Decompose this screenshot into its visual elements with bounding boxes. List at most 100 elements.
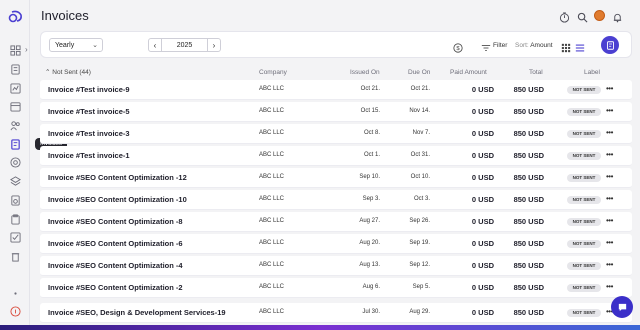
- status-badge: NOT SENT: [567, 240, 601, 248]
- invoice-name[interactable]: Invoice #Test invoice-1: [48, 151, 130, 160]
- invoice-due: Nov 7.: [412, 130, 430, 136]
- clipboard-icon[interactable]: [9, 213, 21, 225]
- trash-icon[interactable]: [9, 250, 21, 262]
- invoice-due: Sep 26.: [409, 218, 430, 224]
- invoice-name[interactable]: Invoice #SEO Content Optimization -12: [48, 173, 187, 182]
- list-view-icon[interactable]: [575, 40, 585, 52]
- column-due[interactable]: Due On: [408, 69, 430, 76]
- invoice-issued: Aug 13.: [359, 262, 380, 268]
- invoice-total: 850 USD: [513, 308, 544, 317]
- target-icon[interactable]: [9, 156, 21, 168]
- status-badge: NOT SENT: [567, 262, 601, 270]
- filter-icon[interactable]: [481, 40, 491, 51]
- more-options-icon[interactable]: •••: [606, 172, 613, 181]
- invoice-paid: 0 USD: [471, 129, 494, 138]
- invoice-paid: 0 USD: [471, 173, 494, 182]
- table-row[interactable]: Invoice #Test invoice-5 ABC LLC Oct 15. …: [40, 102, 632, 122]
- invoice-issued: Aug 20.: [359, 240, 380, 246]
- invoice-name[interactable]: Invoice #SEO Content Optimization -8: [48, 217, 183, 226]
- column-paid[interactable]: Paid Amount: [450, 69, 487, 76]
- filter-button[interactable]: Filter: [493, 42, 507, 49]
- layers-icon[interactable]: [9, 175, 21, 187]
- chat-button[interactable]: [611, 296, 633, 318]
- table-row[interactable]: Invoice #SEO, Design & Development Servi…: [40, 303, 632, 323]
- status-badge: NOT SENT: [567, 174, 601, 182]
- chart-icon[interactable]: [9, 82, 21, 94]
- group-toggle[interactable]: ⌃ Not Sent (44): [45, 68, 91, 76]
- table-row[interactable]: Invoice #Test invoice-9 ABC LLC Oct 21. …: [40, 80, 632, 100]
- table-row[interactable]: Invoice #SEO Content Optimization -8 ABC…: [40, 212, 632, 232]
- bell-icon[interactable]: [612, 10, 623, 23]
- sidebar-expand-icon[interactable]: ›: [25, 45, 28, 54]
- column-company[interactable]: Company: [259, 69, 287, 76]
- table-row[interactable]: Invoice #SEO Content Optimization -12 AB…: [40, 168, 632, 188]
- invoice-total: 850 USD: [513, 85, 544, 94]
- invoice-due: Aug 29.: [409, 309, 430, 315]
- more-options-icon[interactable]: •••: [606, 238, 613, 247]
- invoice-due: Oct 10.: [410, 174, 430, 180]
- invoice-issued: Oct 1.: [363, 152, 380, 158]
- more-options-icon[interactable]: •••: [606, 128, 613, 137]
- invoice-total: 850 USD: [513, 151, 544, 160]
- invoice-name[interactable]: Invoice #Test invoice-3: [48, 129, 130, 138]
- column-total[interactable]: Total: [529, 69, 543, 76]
- invoice-name[interactable]: Invoice #SEO Content Optimization -6: [48, 239, 183, 248]
- svg-text:$: $: [456, 46, 460, 52]
- period-select[interactable]: Yearly ⌄: [49, 38, 103, 52]
- table-row[interactable]: Invoice #SEO Content Optimization -6 ABC…: [40, 234, 632, 254]
- create-invoice-button[interactable]: [601, 36, 619, 54]
- invoice-name[interactable]: Invoice #Test invoice-5: [48, 107, 130, 116]
- invoice-name[interactable]: Invoice #SEO, Design & Development Servi…: [48, 308, 226, 317]
- invoice-total: 850 USD: [513, 129, 544, 138]
- status-badge: NOT SENT: [567, 86, 601, 94]
- users-icon[interactable]: [9, 119, 21, 131]
- column-issued[interactable]: Issued On: [350, 69, 380, 76]
- dashboard-icon[interactable]: [9, 44, 21, 56]
- sort-label: Sort:: [515, 42, 529, 49]
- invoice-icon[interactable]: [9, 138, 21, 150]
- invoice-issued: Jul 30.: [362, 309, 380, 315]
- more-options-icon[interactable]: •••: [606, 260, 613, 269]
- more-options-icon[interactable]: •••: [606, 282, 613, 291]
- status-badge: NOT SENT: [567, 284, 601, 292]
- invoice-company: ABC LLC: [259, 108, 285, 114]
- document-icon[interactable]: [9, 63, 21, 75]
- more-options-icon[interactable]: •••: [606, 150, 613, 159]
- invoice-total: 850 USD: [513, 107, 544, 116]
- sort-button[interactable]: Sort: Amount: [515, 42, 553, 49]
- more-options-icon[interactable]: •••: [606, 106, 613, 115]
- more-options-icon[interactable]: •••: [606, 84, 613, 93]
- invoice-issued: Sep 3.: [362, 196, 380, 202]
- table-row[interactable]: Invoice #SEO Content Optimization -2 ABC…: [40, 278, 632, 298]
- timer-icon[interactable]: [9, 194, 21, 206]
- more-options-icon[interactable]: •••: [606, 216, 613, 225]
- currency-icon[interactable]: $: [453, 40, 463, 53]
- period-select-value: Yearly: [55, 42, 75, 49]
- prev-year-button[interactable]: ‹: [149, 39, 162, 51]
- more-options-icon[interactable]: •••: [606, 194, 613, 203]
- status-badge: NOT SENT: [567, 130, 601, 138]
- status-badge: NOT SENT: [567, 152, 601, 160]
- checklist-icon[interactable]: [9, 231, 21, 243]
- search-icon[interactable]: [577, 10, 588, 23]
- table-row[interactable]: Invoice #SEO Content Optimization -4 ABC…: [40, 256, 632, 276]
- next-year-button[interactable]: ›: [207, 39, 220, 51]
- invoice-name[interactable]: Invoice #SEO Content Optimization -4: [48, 261, 183, 270]
- table-row[interactable]: Invoice #Test invoice-3 ABC LLC Oct 8. N…: [40, 124, 632, 144]
- calendar-icon[interactable]: [9, 100, 21, 112]
- invoice-name[interactable]: Invoice #SEO Content Optimization -2: [48, 283, 183, 292]
- grid-view-icon[interactable]: [561, 40, 571, 53]
- invoice-name[interactable]: Invoice #Test invoice-9: [48, 85, 130, 94]
- timer-icon[interactable]: [559, 10, 570, 23]
- table-row[interactable]: Invoice #Test invoice-1 ABC LLC Oct 1. O…: [40, 146, 632, 166]
- column-label[interactable]: Label: [584, 69, 600, 76]
- invoice-company: ABC LLC: [259, 309, 285, 315]
- logo[interactable]: [8, 8, 24, 24]
- filter-toolbar: Yearly ⌄ ‹ 2025 › $ Filter Sort: Amount: [40, 31, 632, 58]
- help-icon[interactable]: [9, 305, 21, 317]
- avatar[interactable]: [594, 10, 605, 21]
- invoice-name[interactable]: Invoice #SEO Content Optimization -10: [48, 195, 187, 204]
- table-row[interactable]: Invoice #SEO Content Optimization -10 AB…: [40, 190, 632, 210]
- status-badge: NOT SENT: [567, 108, 601, 116]
- invoice-company: ABC LLC: [259, 262, 285, 268]
